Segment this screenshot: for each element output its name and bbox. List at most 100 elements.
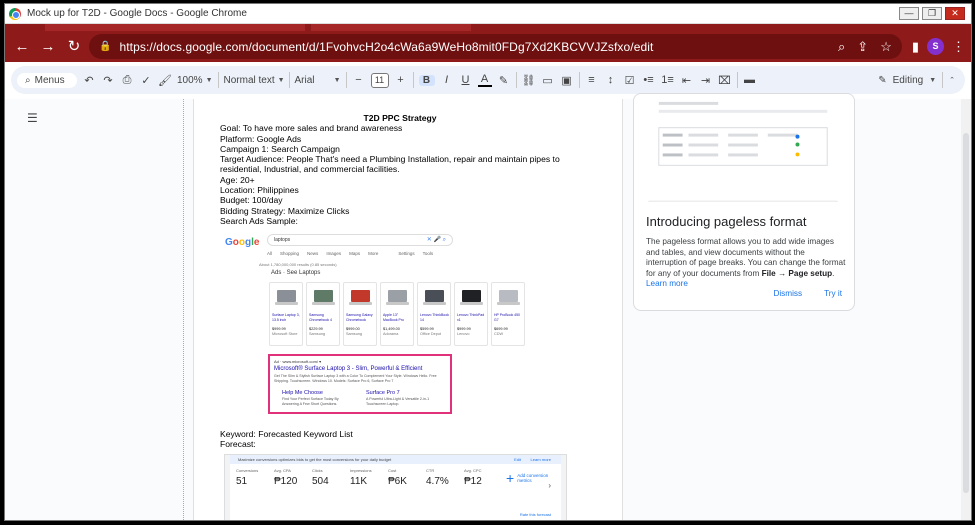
minimize-button[interactable]: —: [899, 7, 919, 20]
laptop-image: [386, 290, 409, 305]
forecast-image[interactable]: Maximize conversions optimizes bids to g…: [224, 454, 567, 520]
menus-label: Menus: [34, 74, 65, 86]
avatar[interactable]: S: [927, 38, 944, 55]
chevron-down-icon: ▼: [277, 76, 285, 84]
learn-more-link[interactable]: Learn more: [646, 279, 688, 288]
product-name: Samsung Galaxy Chromebook: [346, 313, 373, 322]
comment-icon[interactable]: ▭: [541, 74, 555, 87]
ruler-line: [183, 99, 184, 520]
input-tools-icon[interactable]: ▬: [743, 74, 757, 86]
highlight-icon[interactable]: ✎: [497, 74, 511, 87]
laptop-image: [460, 290, 483, 305]
url-text[interactable]: https://docs.google.com/document/d/1Fvoh…: [119, 40, 830, 54]
increase-font-size-icon[interactable]: +: [394, 74, 408, 86]
product-price-value: $229.99: [309, 327, 323, 331]
metric-avg-cpa: Avg. CPA ₱120: [274, 468, 312, 487]
style-select[interactable]: Normal text ▼: [224, 75, 285, 86]
doc-line: Goal: To have more sales and brand aware…: [220, 123, 403, 134]
kebab-menu-icon[interactable]: ⋮: [952, 39, 965, 55]
divider: [345, 72, 347, 88]
metric-value: 11K: [350, 476, 368, 487]
metric-label: Cost: [388, 468, 397, 473]
zoom-value: 100%: [177, 74, 203, 86]
share-icon[interactable]: ⇪: [857, 39, 868, 55]
lock-icon[interactable]: 🔒: [99, 41, 111, 52]
paint-format-icon[interactable]: 🖌: [158, 74, 172, 87]
doc-line: Age: 20+: [220, 174, 255, 185]
doc-line: Location: Philippines: [220, 185, 299, 196]
omnibox[interactable]: 🔒 https://docs.google.com/document/d/1Fv…: [89, 34, 902, 59]
side-panel-icon[interactable]: ▮: [912, 39, 919, 55]
ads-label: Ads · See Laptops: [271, 270, 321, 276]
doc-line: Platform: Google Ads: [220, 133, 302, 144]
scrollbar-thumb[interactable]: [963, 133, 969, 493]
undo-icon[interactable]: ↶: [82, 74, 96, 87]
product-seller: Microsoft Store: [272, 331, 298, 336]
google-tab: Tools: [422, 251, 434, 256]
forecast-label: Forecast:: [220, 439, 256, 450]
dismiss-button[interactable]: Dismiss: [773, 289, 802, 298]
document-body[interactable]: T2D PPC Strategy Goal: To have more sale…: [220, 113, 580, 226]
metric-label: CTR: [426, 468, 435, 473]
reload-icon[interactable]: ↻: [63, 36, 85, 58]
line-spacing-icon[interactable]: ↕: [604, 74, 618, 86]
rate-forecast-link: Rate this forecast: [519, 512, 551, 517]
search-icon[interactable]: ⌕: [838, 39, 845, 55]
zoom-select[interactable]: 100% ▼: [177, 75, 213, 86]
back-icon[interactable]: ←: [11, 36, 33, 58]
product-name: HP ProBook 450 G7: [494, 313, 521, 322]
product-tile: HP ProBook 450 G7 $699.99 CDW: [491, 282, 525, 346]
product-price-value: $699.99: [494, 327, 508, 331]
increase-indent-icon[interactable]: ⇥: [699, 74, 713, 87]
checklist-icon[interactable]: ☑: [623, 74, 637, 87]
align-icon[interactable]: ≡: [585, 74, 599, 86]
numbered-list-icon[interactable]: 1≡: [661, 74, 675, 86]
divider: [942, 72, 944, 88]
try-it-button[interactable]: Try it: [824, 289, 842, 298]
image-icon[interactable]: ▣: [560, 74, 574, 87]
result-stats: About 1,780,000,000 results (0.85 second…: [259, 262, 337, 267]
print-icon[interactable]: ⎙: [120, 74, 134, 87]
product-tile: Samsung Galaxy Chromebook $999.00 Samsung: [343, 282, 377, 346]
restore-button[interactable]: ❐: [922, 7, 942, 20]
google-tabs: All Shopping News Images Maps More Setti…: [267, 251, 433, 256]
decrease-indent-icon[interactable]: ⇤: [680, 74, 694, 87]
bold-button[interactable]: B: [418, 74, 435, 86]
metric-ctr: CTR 4.7%: [426, 468, 464, 487]
vertical-ruler[interactable]: [179, 99, 187, 520]
redo-icon[interactable]: ↷: [101, 74, 115, 87]
bookmark-star-icon[interactable]: ☆: [880, 39, 892, 55]
italic-button[interactable]: I: [440, 74, 454, 86]
link-icon[interactable]: ⛓: [522, 74, 536, 87]
collapse-toolbar-icon[interactable]: ⌃: [949, 76, 955, 84]
text-color-button[interactable]: A: [477, 73, 492, 87]
clear-formatting-icon[interactable]: ⌧: [718, 74, 732, 87]
font-size-input[interactable]: 11: [370, 72, 389, 88]
document-body-lower[interactable]: Keyword: Forecasted Keyword List Forecas…: [220, 429, 580, 450]
ad-title: Microsoft® Surface Laptop 3 - Slim, Powe…: [274, 366, 423, 372]
product-tile: Lenovo ThinkBook 14 $599.99 Office Depot: [417, 282, 451, 346]
decrease-font-size-icon[interactable]: −: [352, 74, 366, 86]
browser-window: Mock up for T2D - Google Docs - Google C…: [4, 3, 972, 521]
product-seller: Samsung: [346, 331, 363, 336]
editing-mode-select[interactable]: ✎ Editing ▼ ⌃: [878, 72, 959, 88]
menus-search[interactable]: ⌕ Menus: [17, 72, 77, 88]
forward-icon[interactable]: →: [37, 36, 59, 58]
doc-line: Target Audience: People That's need a Pl…: [220, 154, 560, 175]
ad-description: Get The Slim & Stylish Surface Laptop 3 …: [274, 374, 437, 383]
keyword-list-link[interactable]: Forecasted Keyword List: [258, 429, 353, 439]
spellcheck-icon[interactable]: ✓: [139, 74, 153, 87]
add-conversion-metrics: + Add conversion metrics: [506, 468, 551, 487]
outline-icon[interactable]: ☰: [27, 111, 38, 125]
address-bar: ← → ↻ 🔒 https://docs.google.com/document…: [5, 31, 971, 62]
font-select[interactable]: Arial ▼: [295, 75, 341, 86]
tab-hint[interactable]: [45, 24, 305, 31]
mode-label: Editing: [892, 74, 924, 86]
product-name: Samsung Chromebook 4: [309, 313, 332, 322]
underline-button[interactable]: U: [459, 74, 473, 86]
bulleted-list-icon[interactable]: •≡: [642, 74, 656, 86]
search-ads-image[interactable]: Google laptops ✕ 🎤 ⌕ All Shopping News I…: [221, 230, 533, 426]
tab-hint[interactable]: [311, 24, 471, 31]
close-button[interactable]: ✕: [945, 7, 965, 20]
divider: [515, 72, 517, 88]
